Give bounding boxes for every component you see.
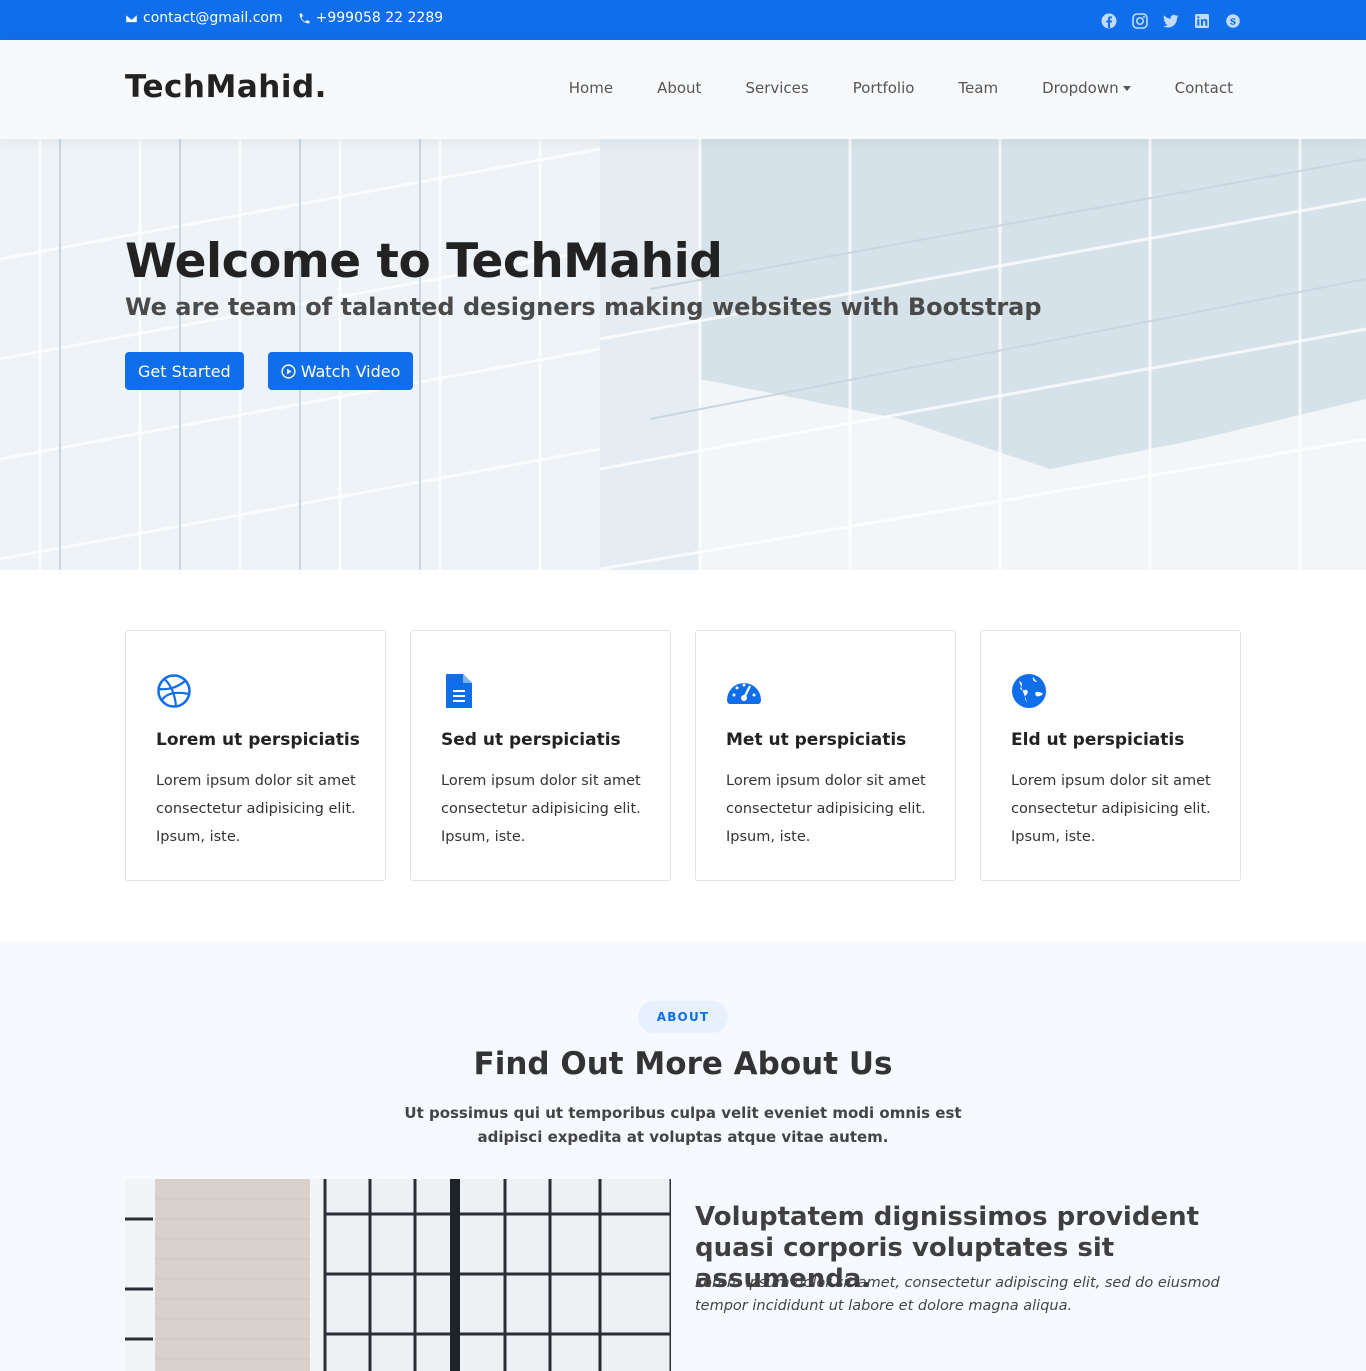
hero-section: Welcome to TechMahid We are team of tala… (0, 139, 1366, 570)
get-started-button[interactable]: Get Started (125, 352, 244, 390)
service-text: Lorem ipsum dolor sit amet consectetur a… (156, 773, 356, 845)
nav-dropdown-label: Dropdown (1042, 79, 1119, 97)
email-text[interactable]: contact@gmail.com (143, 10, 283, 26)
hero-title: Welcome to TechMahid (125, 234, 723, 289)
service-card[interactable]: Lorem ut perspiciatis Lorem ipsum dolor … (125, 630, 386, 881)
phone-item[interactable]: +999058 22 2289 (298, 10, 444, 26)
linkedin-icon[interactable] (1193, 12, 1210, 29)
featured-services: Lorem ut perspiciatis Lorem ipsum dolor … (0, 570, 1366, 941)
caret-down-icon (1122, 85, 1131, 91)
site-header: TechMahid. Home About Services Portfolio… (0, 40, 1366, 139)
top-bar: contact@gmail.com +999058 22 2289 (0, 0, 1366, 40)
dribbble-icon (156, 673, 192, 709)
phone-icon (299, 13, 309, 23)
service-title: Lorem ut perspiciatis (156, 730, 360, 750)
contact-info: contact@gmail.com +999058 22 2289 (125, 10, 458, 26)
hero-buttons: Get Started Watch Video (125, 352, 437, 390)
get-started-label: Get Started (138, 361, 231, 381)
skype-icon[interactable] (1224, 12, 1241, 29)
nav-contact[interactable]: Contact (1175, 79, 1233, 97)
main-nav: Home About Services Portfolio Team Dropd… (525, 79, 1233, 97)
service-text: Lorem ipsum dolor sit amet consectetur a… (441, 773, 641, 845)
nav-dropdown[interactable]: Dropdown (1042, 79, 1131, 97)
about-lead: Ut possimus qui ut temporibus culpa veli… (404, 1104, 962, 1146)
nav-about[interactable]: About (657, 79, 701, 97)
service-title: Met ut perspiciatis (726, 730, 907, 750)
speedometer-icon (726, 673, 762, 709)
service-title: Eld ut perspiciatis (1011, 730, 1185, 750)
nav-team[interactable]: Team (958, 79, 998, 97)
watch-video-label: Watch Video (300, 361, 401, 381)
phone-text[interactable]: +999058 22 2289 (316, 10, 444, 26)
about-image (125, 1179, 671, 1371)
nav-portfolio[interactable]: Portfolio (853, 79, 915, 97)
email-item[interactable]: contact@gmail.com (125, 10, 283, 26)
service-text: Lorem ipsum dolor sit amet consectetur a… (726, 773, 926, 845)
service-card[interactable]: Eld ut perspiciatis Lorem ipsum dolor si… (980, 630, 1241, 881)
about-title: Find Out More About Us (473, 1046, 893, 1082)
hero-subtitle: We are team of talanted designers making… (125, 293, 1042, 321)
play-circle-icon (281, 363, 296, 379)
service-card[interactable]: Met ut perspiciatis Lorem ipsum dolor si… (695, 630, 956, 881)
site-logo[interactable]: TechMahid. (125, 69, 327, 105)
globe-icon (1011, 673, 1047, 709)
watch-video-button[interactable]: Watch Video (267, 352, 414, 390)
facebook-icon[interactable] (1100, 12, 1117, 29)
social-links (1086, 12, 1241, 29)
service-title: Sed ut perspiciatis (441, 730, 621, 750)
about-section: ABOUT Find Out More About Us Ut possimus… (0, 941, 1366, 1371)
nav-services[interactable]: Services (745, 79, 808, 97)
twitter-icon[interactable] (1162, 12, 1179, 29)
service-text: Lorem ipsum dolor sit amet consectetur a… (1011, 773, 1211, 845)
instagram-icon[interactable] (1131, 12, 1148, 29)
service-card[interactable]: Sed ut perspiciatis Lorem ipsum dolor si… (410, 630, 671, 881)
section-badge: ABOUT (638, 1001, 728, 1033)
about-italic-text: Lorem ipsum dolor sit amet, consectetur … (695, 1275, 1220, 1314)
envelope-icon (125, 13, 138, 23)
document-icon (441, 673, 477, 709)
nav-home[interactable]: Home (569, 79, 613, 97)
